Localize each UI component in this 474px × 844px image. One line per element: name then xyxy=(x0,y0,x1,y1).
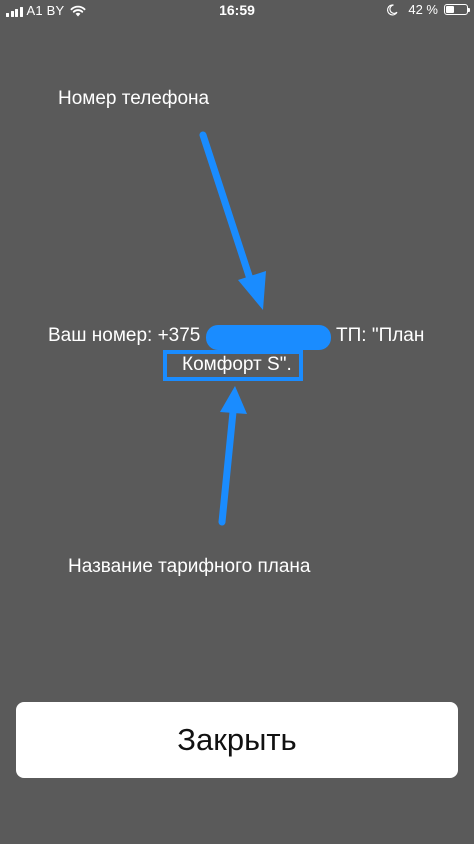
redacted-phone-number xyxy=(206,325,331,350)
close-button[interactable]: Закрыть xyxy=(16,702,458,778)
battery-icon xyxy=(444,4,470,15)
plan-prefix: ТП: "План xyxy=(336,325,425,346)
moon-icon xyxy=(387,3,398,15)
battery-level xyxy=(446,6,455,13)
screen: A1 BY 16:59 42 % Номер телефона Название… xyxy=(0,0,474,844)
battery-percent: 42 % xyxy=(408,2,438,17)
plan-name: Комфорт S". xyxy=(182,354,292,375)
plan-name-annotation: Название тарифного плана xyxy=(68,556,311,577)
phone-prefix: Ваш номер: +375 xyxy=(48,325,201,346)
status-bar: A1 BY 16:59 42 % xyxy=(0,0,474,22)
arrow-to-plan-icon xyxy=(218,386,247,526)
phone-number-annotation: Номер телефона xyxy=(58,88,210,109)
status-right: 42 % xyxy=(386,2,470,17)
arrow-to-phone-icon xyxy=(199,131,266,310)
close-button-label: Закрыть xyxy=(177,722,297,757)
